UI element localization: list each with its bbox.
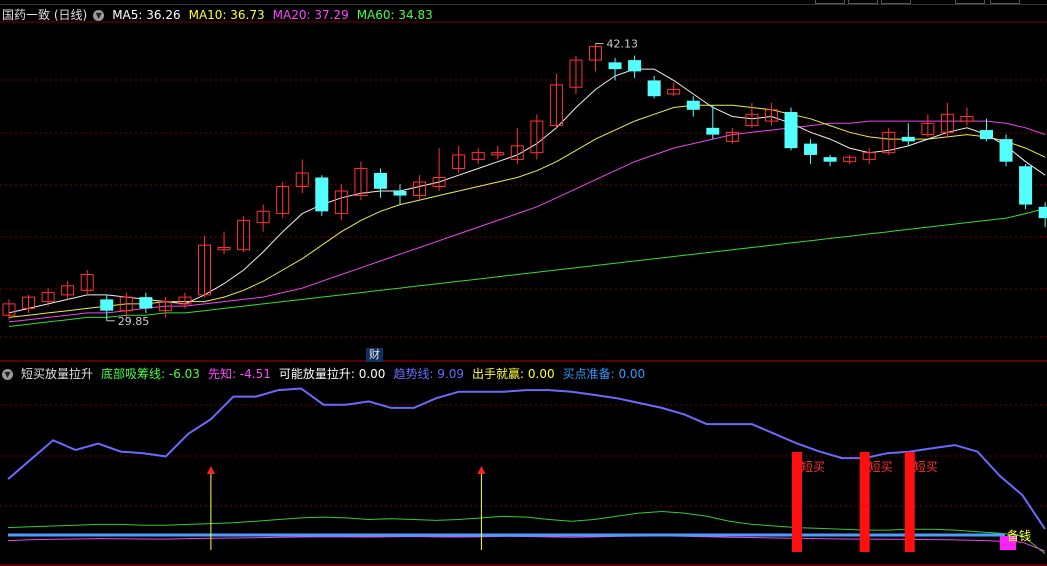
candle-body-down [686,100,700,110]
candle-body-down [999,139,1013,162]
candle-body-down [393,191,407,196]
ma5-line [8,68,1046,314]
candle-body-down [628,60,642,72]
buyready-label: 买点准备: 0.00 [562,367,646,381]
candle-body-down [980,130,993,140]
chart-canvas: 42.13 29.85 短买 短买 短买备钱 [0,21,1047,566]
short-buy-label: 短买 [869,460,893,474]
main-chart-header: 国药一致 (日线) ▼ MA5: 36.26 MA10: 36.73 MA20:… [0,6,441,24]
dibu-line [7,510,1046,554]
ma10-label: MA10: 36.73 [188,8,265,22]
candle-body-down [784,112,798,149]
surge-label: 可能放量拉升: 0.00 [278,367,386,381]
short-buy-label: 短买 [914,460,938,474]
indicator-header: ▼ 短买放量拉升 底部吸筹线: -6.03 先知: -4.51 可能放量拉升: … [0,365,653,383]
candle-body-down [608,62,622,70]
candle-body-down [804,143,818,155]
low-price-label: 29.85 [118,315,150,328]
ma5-label: MA5: 36.26 [112,8,181,22]
win-signal-arrow [206,466,215,474]
candle-body-down [139,297,153,309]
candle-body-down [315,177,329,212]
chevron-down-icon[interactable]: ▼ [93,9,105,21]
xianzhi-line [7,535,1046,552]
candle-body-down [823,157,837,162]
candle-body-down [1019,166,1033,205]
xianzhi-label: 先知: -4.51 [207,367,271,381]
high-price-label: 42.13 [607,38,639,51]
ma60-line [8,207,1046,327]
indicator-title[interactable]: 短买放量拉升 [21,365,93,383]
ma20-label: MA20: 37.29 [272,8,349,22]
candle-body-down [706,127,720,135]
ma10-line [8,104,1046,318]
trend-line [7,387,1046,530]
end-label: 备钱 [1007,528,1031,543]
candle-body-down [100,299,114,311]
chevron-down-icon[interactable]: ▼ [2,368,13,380]
candle-body-down [901,136,915,142]
win-signal-arrow [477,466,486,474]
candle-body-down [647,80,661,97]
trend-label: 趋势线: 9.09 [393,367,465,381]
finance-badge[interactable]: 财 [366,348,383,362]
dibu-label: 底部吸筹线: -6.03 [101,367,200,381]
stock-title[interactable]: 国药一致 (日线) [2,6,87,24]
short-buy-label: 短买 [801,460,825,474]
win-label: 出手就赢: 0.00 [472,367,555,381]
candle-body-down [373,172,387,189]
candle-body-down [1038,206,1047,219]
ma60-label: MA60: 34.83 [356,8,433,22]
ma20-line [8,120,1046,323]
